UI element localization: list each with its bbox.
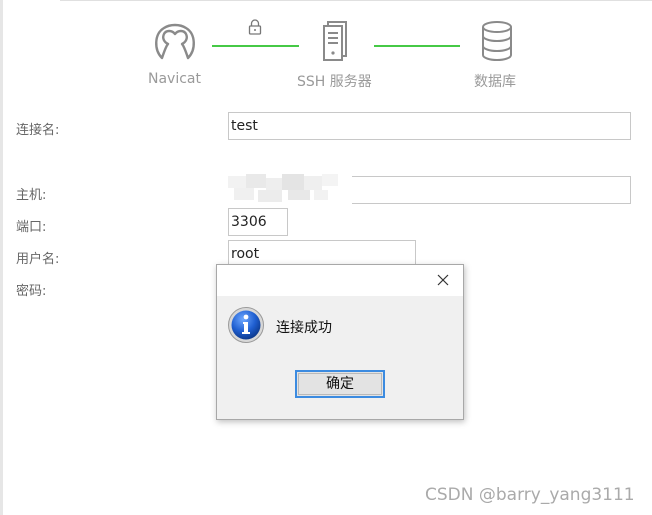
- server-icon: [323, 21, 347, 61]
- navicat-logo-icon: [155, 23, 195, 60]
- connection-name-label: 连接名:: [16, 123, 60, 138]
- lock-icon: [248, 19, 262, 35]
- window-top-border: [60, 0, 652, 1]
- connector-line-right: [374, 45, 460, 47]
- step-label-ssh-server: SSH 服务器: [297, 74, 372, 90]
- username-label: 用户名:: [16, 252, 60, 267]
- dialog-message: 连接成功: [276, 320, 332, 336]
- window-left-border: [0, 0, 3, 515]
- redacted-host-mosaic: [218, 170, 352, 206]
- host-label: 主机:: [16, 188, 47, 203]
- port-input[interactable]: 3306: [228, 208, 288, 236]
- connection-name-input[interactable]: test: [228, 112, 631, 140]
- ok-button-label: 确定: [326, 376, 354, 392]
- step-label-navicat: Navicat: [148, 71, 201, 87]
- ok-button[interactable]: 确定: [295, 370, 385, 398]
- connection-success-dialog: 连接成功 确定: [216, 264, 464, 420]
- database-icon: [482, 21, 512, 62]
- password-label: 密码:: [16, 284, 47, 299]
- dialog-titlebar: [217, 265, 463, 296]
- connection-window: Navicat SSH 服务器 数据库 连接名: test 主机: 端口: 33…: [0, 0, 652, 515]
- port-label: 端口:: [16, 220, 47, 235]
- close-icon[interactable]: [431, 271, 455, 291]
- connector-line-left: [212, 45, 299, 47]
- watermark: CSDN @barry_yang3111: [425, 485, 635, 505]
- info-icon: [228, 307, 264, 343]
- step-label-database: 数据库: [474, 74, 516, 90]
